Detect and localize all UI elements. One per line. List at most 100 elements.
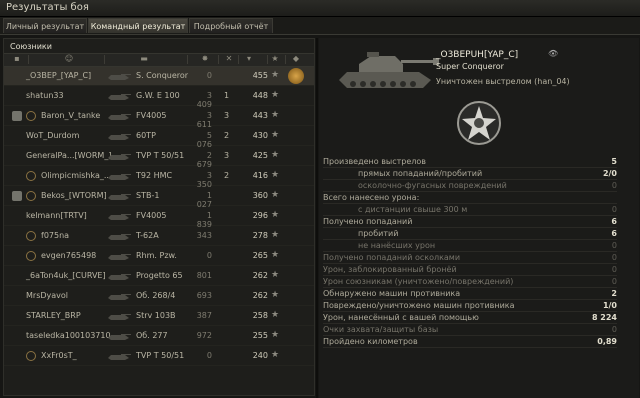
player-tank: FV4005 — [136, 111, 167, 120]
tank-class-icon — [108, 114, 131, 120]
stat-label: не нанёсших урон — [358, 241, 436, 250]
player-xp: 443 — [252, 111, 268, 120]
tank-image — [339, 52, 439, 88]
player-nick: Bekos_[WTORM] — [41, 191, 107, 200]
player-xp: 425 — [252, 151, 268, 160]
stat-label: Всего нанесено урона: — [323, 193, 420, 202]
player-xp: 262 — [252, 271, 268, 280]
window-titlebar: Результаты боя — [0, 0, 640, 17]
player-row[interactable]: Bekos_[WTORM] STB-1 1 027 360 ★ — [4, 187, 314, 209]
player-row[interactable]: evgen765498 Rhm. Pzw. 0 265 ★ — [4, 247, 314, 266]
stat-row: Повреждено/уничтожено машин противника 1/… — [323, 300, 617, 312]
tab-detailed-report[interactable]: Подробный отчёт — [189, 18, 273, 33]
player-row[interactable]: MrsDyavol Об. 268/4 693 262 ★ — [4, 287, 314, 306]
tab-team-result[interactable]: Командный результат — [88, 18, 188, 33]
vehicle-info-icon[interactable]: 👁 — [548, 49, 558, 58]
player-frags: 1 — [224, 91, 230, 100]
allies-panel: Союзники ▪ ☺ ▬ ✸ ✕ ▾ ★ ◆ _O3BEP_[YAP_C] S… — [3, 38, 315, 396]
player-damage: 387 — [196, 311, 212, 320]
medal-icon[interactable] — [288, 68, 304, 84]
column-divider — [187, 55, 188, 64]
star-icon: ★ — [271, 110, 280, 120]
player-row[interactable]: GeneralPa...[WORM_] TVP T 50/51 2 679 3 425 ★ — [4, 147, 314, 169]
player-row[interactable]: _O3BEP_[YAP_C] S. Conqueror 0 455 ★ — [4, 67, 314, 86]
player-xp: 278 — [252, 231, 268, 240]
player-nick: _O3BEP_[YAP_C] — [26, 71, 92, 80]
stat-label: прямых попаданий/пробитий — [358, 169, 483, 178]
stat-value: 0 — [611, 253, 617, 262]
player-frags: 2 — [224, 131, 230, 140]
stat-row: пробитий 6 — [323, 228, 617, 240]
stat-label: Очки захвата/защиты базы — [323, 325, 439, 334]
stat-row: Урон союзникам (уничтожено/повреждений) 0 — [323, 276, 617, 288]
star-icon: ★ — [271, 170, 280, 180]
star-icon: ★ — [271, 310, 280, 320]
tank-class-icon — [108, 214, 131, 220]
stat-label: Обнаружено машин противника — [323, 289, 461, 298]
player-tank: Об. 277 — [136, 331, 168, 340]
column-divider — [267, 55, 268, 64]
tab-personal-result[interactable]: Личный результат — [3, 18, 87, 33]
xp-column-icon[interactable]: ▾ — [244, 55, 254, 63]
player-row[interactable]: XxFr0sT_ TVP T 50/51 0 240 ★ — [4, 347, 314, 366]
player-nick: shatun33 — [26, 91, 64, 100]
player-row[interactable]: Olimpicmishka_... T92 HMC 3 350 2 416 ★ — [4, 167, 314, 189]
player-row[interactable]: STARLEY_BRP Strv 103B 387 258 ★ — [4, 307, 314, 326]
stat-value: 0,89 — [597, 337, 617, 346]
player-xp: 255 — [252, 331, 268, 340]
player-row[interactable]: Baron_V_tanke FV4005 3 611 3 443 ★ — [4, 107, 314, 129]
player-column-icon[interactable]: ☺ — [64, 55, 74, 63]
stat-label: Повреждено/уничтожено машин противника — [323, 301, 515, 310]
player-tank: S. Conqueror — [136, 71, 189, 80]
player-tank: Progetto 65 — [136, 271, 183, 280]
frags-column-icon[interactable]: ✕ — [224, 55, 234, 63]
player-row[interactable]: WoT_Durdom 60TP 5 076 2 430 ★ — [4, 127, 314, 149]
star-icon: ★ — [271, 290, 280, 300]
player-badge-icon — [26, 171, 36, 181]
stat-row: Пройдено километров 0,89 — [323, 336, 617, 348]
tank-class-icon — [108, 334, 131, 340]
tank-class-icon — [108, 294, 131, 300]
stat-value: 0 — [611, 181, 617, 190]
clan-column-icon[interactable]: ▪ — [12, 55, 22, 63]
player-row[interactable]: kelmann[TRTV] FV4005 1 839 296 ★ — [4, 207, 314, 229]
stat-row: Урон, заблокированный бронёй 0 — [323, 264, 617, 276]
stat-row: Урон, нанесённый с вашей помощью 8 224 — [323, 312, 617, 324]
player-row[interactable]: _6aTon4uk_[CURVE] Progetto 65 801 262 ★ — [4, 267, 314, 286]
stat-value: 5 — [611, 157, 617, 166]
player-xp: 296 — [252, 211, 268, 220]
player-badge-icon — [26, 231, 36, 241]
player-damage: 343 — [196, 231, 212, 240]
tank-class-icon — [108, 314, 131, 320]
stat-value: 8 224 — [591, 313, 617, 322]
stat-label: Урон, нанесённый с вашей помощью — [323, 313, 479, 322]
medal-column-icon[interactable]: ◆ — [291, 55, 301, 63]
tank-class-icon — [108, 274, 131, 280]
star-icon: ★ — [271, 190, 280, 200]
stat-row: Обнаружено машин противника 2 — [323, 288, 617, 300]
star-icon: ★ — [271, 270, 280, 280]
stat-row: Получено попаданий 6 — [323, 216, 617, 228]
player-badge-icon — [26, 251, 36, 261]
player-damage: 972 — [196, 331, 212, 340]
player-xp: 455 — [252, 71, 268, 80]
stat-value: 1/0 — [602, 301, 617, 310]
damage-column-icon[interactable]: ✸ — [200, 55, 210, 63]
player-row[interactable]: shatun33 G.W. E 100 3 409 1 448 ★ — [4, 87, 314, 109]
column-divider — [28, 55, 29, 64]
stat-row: осколочно-фугасных повреждений 0 — [323, 180, 617, 192]
stat-value: 0 — [611, 325, 617, 334]
player-nick: taseledka100103710 — [26, 331, 111, 340]
player-tank-name: Super Conqueror — [436, 62, 504, 71]
tank-class-icon — [108, 254, 131, 260]
tank-column-icon[interactable]: ▬ — [134, 55, 154, 63]
player-tank: Об. 268/4 — [136, 291, 176, 300]
player-damage: 0 — [206, 251, 212, 260]
player-row[interactable]: taseledka100103710 Об. 277 972 255 ★ — [4, 327, 314, 346]
detail-panel: _O3BEPUH[YAP_C] 👁 Super Conqueror Уничто… — [319, 38, 639, 398]
star-column-icon[interactable]: ★ — [270, 55, 280, 63]
stat-label: Урон союзникам (уничтожено/повреждений) — [323, 277, 514, 286]
star-icon: ★ — [271, 330, 280, 340]
player-tank: Rhm. Pzw. — [136, 251, 177, 260]
player-row[interactable]: f075na T-62A 343 278 ★ — [4, 227, 314, 246]
